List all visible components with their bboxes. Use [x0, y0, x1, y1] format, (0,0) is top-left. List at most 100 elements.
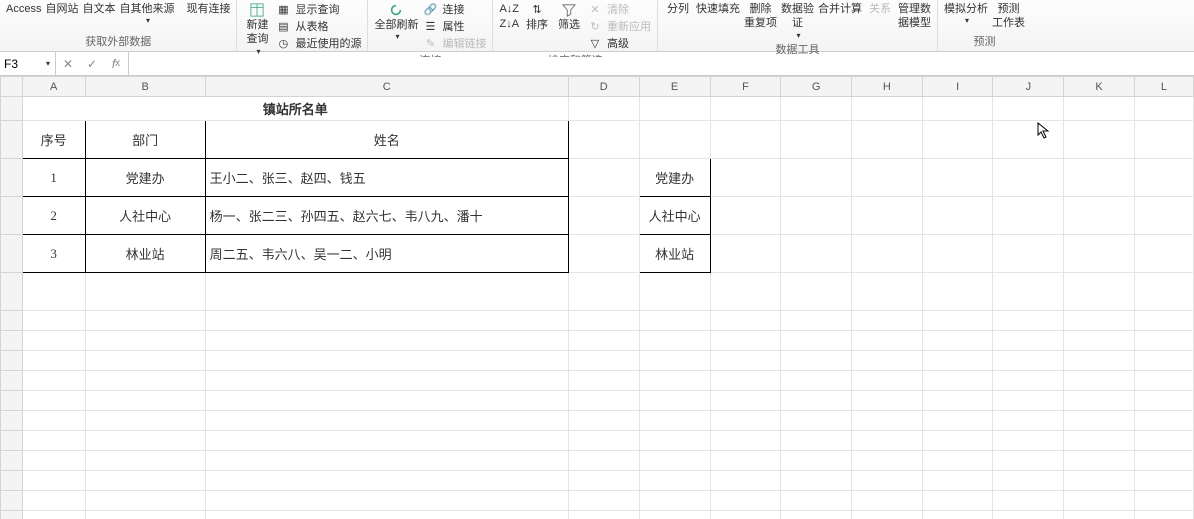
col-header-A[interactable]: A: [22, 77, 85, 97]
cell[interactable]: [993, 121, 1064, 159]
cell[interactable]: [993, 411, 1064, 431]
col-header-L[interactable]: L: [1134, 77, 1193, 97]
cell[interactable]: [568, 491, 639, 511]
worksheet-grid[interactable]: ABCDEFGHIJKL镇站所名单序号部门姓名1党建办王小二、张三、赵四、钱五党…: [0, 76, 1194, 519]
cell[interactable]: [568, 159, 639, 197]
btn-whatif[interactable]: 模拟分析▾: [944, 2, 988, 27]
cell[interactable]: [781, 511, 852, 519]
table-cell-names[interactable]: 周二五、韦六八、吴一二、小明: [205, 235, 568, 273]
row-header[interactable]: [1, 371, 23, 391]
cell[interactable]: [1134, 159, 1193, 197]
cell[interactable]: [85, 491, 205, 511]
row-header[interactable]: [1, 97, 23, 121]
cell[interactable]: [852, 331, 923, 351]
table-cell-seq[interactable]: 2: [22, 197, 85, 235]
cell[interactable]: [1134, 235, 1193, 273]
cell[interactable]: [22, 411, 85, 431]
cell[interactable]: [710, 97, 781, 121]
col-header-E[interactable]: E: [639, 77, 710, 97]
filter-value[interactable]: 党建办: [639, 159, 710, 197]
row-header[interactable]: [1, 159, 23, 197]
cell[interactable]: [1134, 491, 1193, 511]
name-box[interactable]: ▾: [0, 52, 56, 75]
cell[interactable]: [993, 97, 1064, 121]
btn-data-validation[interactable]: 数据验 证▾: [781, 2, 814, 41]
cell[interactable]: [22, 471, 85, 491]
cell[interactable]: [781, 351, 852, 371]
table-cell-dept[interactable]: 林业站: [85, 235, 205, 273]
cell[interactable]: [1064, 331, 1135, 351]
cell[interactable]: [781, 411, 852, 431]
row-header[interactable]: [1, 431, 23, 451]
cell[interactable]: [781, 451, 852, 471]
cell[interactable]: [852, 491, 923, 511]
cell[interactable]: [1064, 451, 1135, 471]
table-cell-names[interactable]: 杨一、张二三、孙四五、赵六七、韦八九、潘十: [205, 197, 568, 235]
btn-new-query[interactable]: 新建 查询▾: [243, 2, 271, 57]
cell[interactable]: [85, 311, 205, 331]
cell[interactable]: [922, 491, 993, 511]
cell[interactable]: [568, 371, 639, 391]
cell[interactable]: [922, 451, 993, 471]
cell[interactable]: [922, 471, 993, 491]
cell[interactable]: [1064, 491, 1135, 511]
cell[interactable]: [922, 431, 993, 451]
cell[interactable]: [710, 411, 781, 431]
cell[interactable]: [568, 121, 639, 159]
btn-from-text[interactable]: 自文本: [82, 2, 115, 16]
cell[interactable]: [781, 371, 852, 391]
cell[interactable]: [568, 235, 639, 273]
cell[interactable]: [993, 351, 1064, 371]
cell[interactable]: [922, 159, 993, 197]
cell[interactable]: [205, 511, 568, 519]
cell[interactable]: [781, 121, 852, 159]
table-cell-dept[interactable]: 党建办: [85, 159, 205, 197]
btn-sort-asc[interactable]: A↓Z: [499, 2, 519, 16]
cell[interactable]: [22, 331, 85, 351]
cell[interactable]: [993, 197, 1064, 235]
cell[interactable]: [639, 371, 710, 391]
cell[interactable]: [993, 235, 1064, 273]
col-header-J[interactable]: J: [993, 77, 1064, 97]
cell[interactable]: [852, 97, 923, 121]
cell[interactable]: [922, 391, 993, 411]
cell[interactable]: [205, 451, 568, 471]
cell[interactable]: [639, 511, 710, 519]
cell[interactable]: [85, 273, 205, 311]
cell[interactable]: [205, 471, 568, 491]
cell[interactable]: [205, 371, 568, 391]
row-header[interactable]: [1, 411, 23, 431]
btn-from-access[interactable]: Access: [6, 2, 41, 16]
table-header-names[interactable]: 姓名: [205, 121, 568, 159]
cell[interactable]: [1064, 471, 1135, 491]
cell[interactable]: [1064, 197, 1135, 235]
cell[interactable]: [922, 197, 993, 235]
row-header[interactable]: [1, 351, 23, 371]
cell[interactable]: [710, 371, 781, 391]
cell[interactable]: [205, 391, 568, 411]
cell[interactable]: [85, 431, 205, 451]
cell[interactable]: [781, 391, 852, 411]
cell[interactable]: [1064, 371, 1135, 391]
cell[interactable]: [710, 431, 781, 451]
row-header[interactable]: [1, 235, 23, 273]
cell[interactable]: [205, 411, 568, 431]
cell[interactable]: [568, 351, 639, 371]
cell[interactable]: [1064, 159, 1135, 197]
btn-recent-sources[interactable]: ◷最近使用的源: [275, 36, 361, 52]
cell[interactable]: [85, 351, 205, 371]
cell[interactable]: [781, 235, 852, 273]
cell[interactable]: [922, 311, 993, 331]
cell[interactable]: [1134, 411, 1193, 431]
cell[interactable]: [1134, 121, 1193, 159]
cell[interactable]: [993, 391, 1064, 411]
row-header[interactable]: [1, 331, 23, 351]
cell[interactable]: [85, 391, 205, 411]
cell[interactable]: [1064, 351, 1135, 371]
cell[interactable]: [993, 431, 1064, 451]
row-header[interactable]: [1, 311, 23, 331]
cell[interactable]: [1064, 391, 1135, 411]
cell[interactable]: [1134, 351, 1193, 371]
cell[interactable]: [781, 491, 852, 511]
cell[interactable]: [639, 431, 710, 451]
